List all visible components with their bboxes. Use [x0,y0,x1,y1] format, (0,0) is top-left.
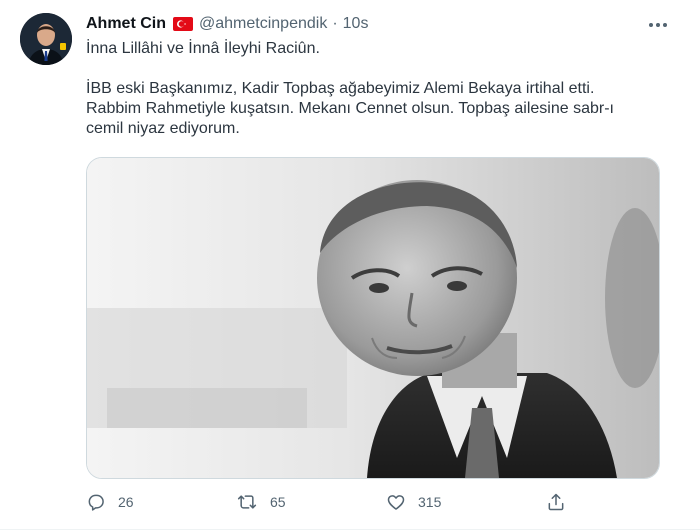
retweet-icon [236,492,258,512]
tweet-text-line: cemil niyaz ediyorum. [86,120,240,137]
tweet-text-line: Rabbim Rahmetiyle kuşatsın. Mekanı Cenne… [86,100,614,117]
tweet-text-line: İBB eski Başkanımız, Kadir Topbaş ağabey… [86,80,595,97]
tweet-time[interactable]: 10s [343,15,369,33]
turkey-flag-icon [173,17,193,31]
tweet-photo[interactable] [86,157,660,479]
author-name[interactable]: Ahmet Cin [86,15,166,33]
retweet-count: 65 [270,494,286,510]
like-button[interactable]: 315 [386,492,441,512]
like-count: 315 [418,494,442,510]
share-button[interactable] [546,492,566,512]
more-button[interactable] [644,14,672,34]
tweet: Ahmet Cin @ahmetcinpendik · 10s İnna Lil… [0,0,700,530]
reply-button[interactable]: 26 [86,492,134,512]
tweet-content: Ahmet Cin @ahmetcinpendik · 10s İnna Lil… [86,12,660,139]
tweet-text-line: İnna Lillâhi ve İnnâ İleyhi Raciûn. [86,40,320,57]
retweet-button[interactable]: 65 [236,492,286,512]
separator: · [332,15,338,32]
reply-count: 26 [118,494,134,510]
tweet-actions: 26 65 315 [86,488,586,518]
author-handle[interactable]: @ahmetcinpendik [199,15,327,33]
like-icon [386,492,406,512]
tweet-text: İnna Lillâhi ve İnnâ İleyhi Raciûn. İBB … [86,39,660,139]
reply-icon [86,492,106,512]
share-icon [546,492,566,512]
avatar[interactable] [20,13,72,65]
tweet-header: Ahmet Cin @ahmetcinpendik · 10s [86,12,660,36]
more-icon [648,15,668,33]
